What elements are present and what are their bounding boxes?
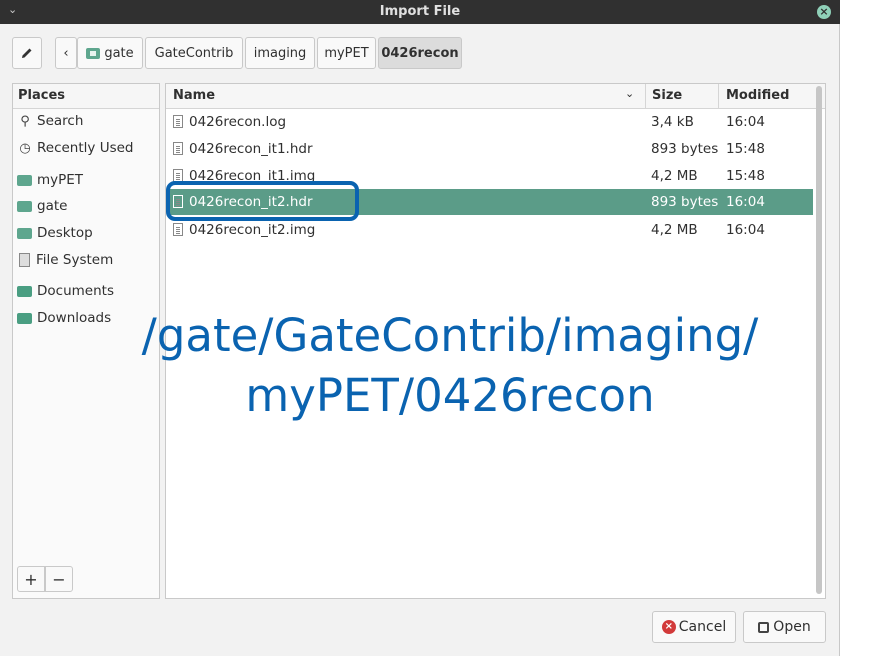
column-divider — [718, 84, 719, 108]
file-size: 4,2 MB — [651, 222, 698, 238]
breadcrumb-label: GateContrib — [154, 45, 234, 61]
path-annotation: /gate/GateContrib/imaging/ myPET/0426rec… — [60, 306, 840, 426]
sort-chevron-icon[interactable]: ⌄ — [625, 87, 634, 100]
sidebar-item-label: Search — [37, 113, 84, 129]
selection-highlight-annotation — [166, 181, 359, 221]
titlebar: ⌄ Import File × — [0, 0, 840, 24]
places-header: Places — [13, 84, 159, 109]
breadcrumb-imaging[interactable]: imaging — [245, 37, 315, 69]
cancel-label: Cancel — [678, 619, 727, 635]
file-modified: 16:04 — [726, 222, 765, 238]
path-annotation-line1: /gate/GateContrib/imaging/ — [141, 309, 759, 362]
file-row[interactable]: 0426recon.log 3,4 kB 16:04 — [167, 109, 813, 135]
file-name: 0426recon_it2.img — [189, 222, 316, 238]
sidebar-item-desktop[interactable]: Desktop — [17, 222, 93, 244]
file-modified: 15:48 — [726, 168, 765, 184]
back-button[interactable]: ‹ — [55, 37, 77, 69]
column-header-modified[interactable]: Modified — [726, 88, 789, 103]
breadcrumb-gatecontrib[interactable]: GateContrib — [145, 37, 243, 69]
documents-folder-icon — [17, 285, 32, 297]
sidebar-item-label: File System — [36, 252, 114, 268]
downloads-folder-icon — [17, 312, 32, 324]
sidebar-item-mypet[interactable]: myPET — [17, 169, 83, 191]
text-file-icon — [173, 115, 183, 128]
sidebar-item-label: gate — [37, 198, 68, 214]
sidebar-item-label: Recently Used — [37, 140, 134, 156]
column-header-size[interactable]: Size — [652, 88, 682, 103]
desktop-folder-icon — [17, 227, 32, 239]
window-title: Import File — [379, 4, 461, 19]
column-divider — [645, 84, 646, 108]
clock-icon: ◷ — [19, 140, 31, 156]
file-size: 893 bytes — [651, 141, 719, 157]
pencil-icon — [22, 48, 32, 58]
file-size: 893 bytes — [651, 194, 719, 210]
edit-location-button[interactable] — [12, 37, 42, 69]
file-size: 4,2 MB — [651, 168, 698, 184]
file-name: 0426recon.log — [189, 114, 287, 130]
file-size: 3,4 kB — [651, 114, 694, 130]
breadcrumb-label: myPET — [324, 45, 369, 61]
file-name: 0426recon_it1.hdr — [189, 141, 313, 157]
open-icon — [758, 621, 770, 633]
text-file-icon — [173, 223, 183, 236]
breadcrumb-gate[interactable]: gate — [77, 37, 143, 69]
breadcrumb-label: 0426recon — [381, 45, 459, 61]
sidebar-item-search[interactable]: ⚲ Search — [17, 110, 83, 132]
sidebar-item-file-system[interactable]: File System — [17, 249, 113, 271]
file-row[interactable]: 0426recon_it1.hdr 893 bytes 15:48 — [167, 136, 813, 162]
open-label: Open — [773, 619, 811, 635]
file-modified: 16:04 — [726, 194, 765, 210]
column-header-name[interactable]: Name — [173, 88, 215, 103]
sidebar-item-documents[interactable]: Documents — [17, 280, 114, 302]
chevron-left-icon: ‹ — [63, 45, 69, 61]
sidebar-item-label: Desktop — [37, 225, 93, 241]
breadcrumb-label: imaging — [253, 45, 307, 61]
home-folder-icon — [17, 200, 32, 212]
sidebar-item-label: myPET — [37, 172, 84, 188]
open-button[interactable]: Open — [743, 611, 826, 643]
sidebar-item-label: Documents — [37, 283, 114, 299]
breadcrumb-label: gate — [104, 45, 134, 61]
cancel-button[interactable]: × Cancel — [652, 611, 736, 643]
sidebar-footer: + − — [17, 566, 73, 592]
sidebar-item-gate[interactable]: gate — [17, 195, 67, 217]
breadcrumb-mypet[interactable]: myPET — [317, 37, 376, 69]
folder-icon — [17, 174, 32, 186]
path-annotation-line2: myPET/0426recon — [245, 369, 655, 422]
file-modified: 15:48 — [726, 141, 765, 157]
column-headers: Name ⌄ Size Modified — [166, 84, 825, 109]
add-bookmark-button[interactable]: + — [17, 566, 45, 592]
sidebar-item-recently-used[interactable]: ◷ Recently Used — [17, 137, 133, 159]
breadcrumb-0426recon[interactable]: 0426recon — [378, 37, 462, 69]
search-icon: ⚲ — [20, 113, 30, 129]
text-file-icon — [173, 142, 183, 155]
drive-icon — [19, 253, 30, 267]
remove-bookmark-button[interactable]: − — [45, 566, 73, 592]
cancel-icon: × — [661, 620, 676, 634]
file-modified: 16:04 — [726, 114, 765, 130]
close-icon[interactable]: × — [817, 5, 831, 19]
home-folder-icon — [86, 47, 101, 59]
